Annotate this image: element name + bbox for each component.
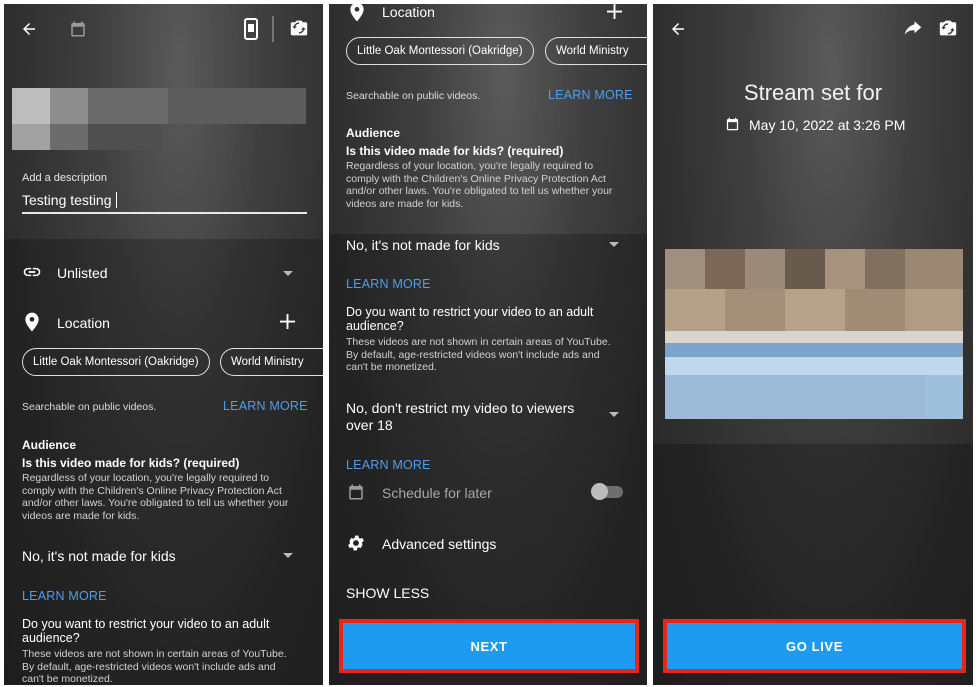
- learn-more-link[interactable]: LEARN MORE: [346, 277, 431, 291]
- back-arrow-icon[interactable]: [20, 20, 38, 38]
- stream-date: May 10, 2022 at 3:26 PM: [749, 117, 906, 133]
- kids-question: Is this video made for kids? (required): [346, 144, 564, 158]
- chevron-down-icon[interactable]: [609, 242, 619, 247]
- description-underline: [22, 212, 307, 214]
- camera-flip-icon[interactable]: [289, 19, 309, 37]
- description-label: Add a description: [22, 172, 107, 184]
- kids-legal-text: Regardless of your location, you're lega…: [346, 160, 613, 210]
- text-cursor: [115, 192, 117, 208]
- calendar-icon: [725, 116, 740, 132]
- go-live-button[interactable]: GO LIVE: [663, 619, 966, 673]
- learn-more-link[interactable]: LEARN MORE: [223, 399, 308, 413]
- location-chip[interactable]: World Ministry: [545, 37, 647, 65]
- location-label: Location: [382, 4, 435, 20]
- advanced-settings[interactable]: Advanced settings: [382, 536, 496, 552]
- description-value: Testing testing: [22, 192, 112, 208]
- restrict-question: Do you want to restrict your video to an…: [346, 305, 594, 333]
- panel-create-details: Add a description Testing testing Unlist…: [4, 4, 323, 685]
- plus-icon[interactable]: [280, 314, 295, 329]
- audience-heading: Audience: [22, 438, 77, 452]
- back-arrow-icon[interactable]: [669, 20, 687, 38]
- location-pin-icon: [349, 4, 365, 22]
- searchable-note: Searchable on public videos.: [346, 90, 481, 102]
- schedule-label: Schedule for later: [382, 485, 492, 501]
- location-pin-icon: [24, 312, 40, 332]
- panel-stream-scheduled: Stream set for May 10, 2022 at 3:26 PM G…: [653, 4, 973, 685]
- plus-icon[interactable]: [607, 4, 622, 19]
- restrict-info-text: These videos are not shown in certain ar…: [346, 336, 611, 373]
- location-chip[interactable]: Little Oak Montessori (Oakridge): [22, 348, 210, 376]
- description-input[interactable]: Testing testing: [22, 192, 117, 208]
- next-button[interactable]: NEXT: [339, 619, 639, 673]
- location-chip[interactable]: World Ministry: [220, 348, 323, 376]
- gear-icon: [346, 533, 366, 553]
- kids-legal-text: Regardless of your location, you're lega…: [22, 472, 289, 522]
- learn-more-link[interactable]: LEARN MORE: [548, 88, 633, 102]
- audience-heading: Audience: [346, 126, 401, 140]
- show-less-button[interactable]: SHOW LESS: [346, 585, 429, 601]
- restrict-info-text: These videos are not shown in certain ar…: [22, 648, 287, 685]
- made-for-kids-select[interactable]: No, it's not made for kids: [346, 237, 500, 253]
- visibility-select[interactable]: Unlisted: [57, 265, 108, 281]
- toolbar-divider: [272, 16, 274, 42]
- learn-more-link[interactable]: LEARN MORE: [22, 589, 107, 603]
- camera-flip-icon[interactable]: [938, 19, 958, 37]
- kids-question: Is this video made for kids? (required): [22, 456, 240, 470]
- share-icon[interactable]: [904, 20, 922, 36]
- link-icon: [22, 262, 42, 282]
- made-for-kids-select[interactable]: No, it's not made for kids: [22, 548, 176, 564]
- location-label: Location: [57, 315, 110, 331]
- stream-thumbnail: [665, 249, 963, 419]
- calendar-icon[interactable]: [69, 19, 87, 39]
- panel-more-options: Location Little Oak Montessori (Oakridge…: [329, 4, 647, 685]
- phone-icon[interactable]: [243, 18, 259, 40]
- chevron-down-icon[interactable]: [283, 271, 293, 276]
- restrict-question: Do you want to restrict your video to an…: [22, 617, 270, 645]
- age-restriction-select[interactable]: No, don't restrict my video to viewers o…: [346, 400, 591, 434]
- searchable-note: Searchable on public videos.: [22, 401, 157, 413]
- chevron-down-icon[interactable]: [609, 412, 619, 417]
- location-chip[interactable]: Little Oak Montessori (Oakridge): [346, 37, 534, 65]
- chevron-down-icon[interactable]: [283, 553, 293, 558]
- stream-title: Stream set for: [743, 80, 883, 105]
- calendar-icon: [347, 482, 365, 502]
- learn-more-link[interactable]: LEARN MORE: [346, 458, 431, 472]
